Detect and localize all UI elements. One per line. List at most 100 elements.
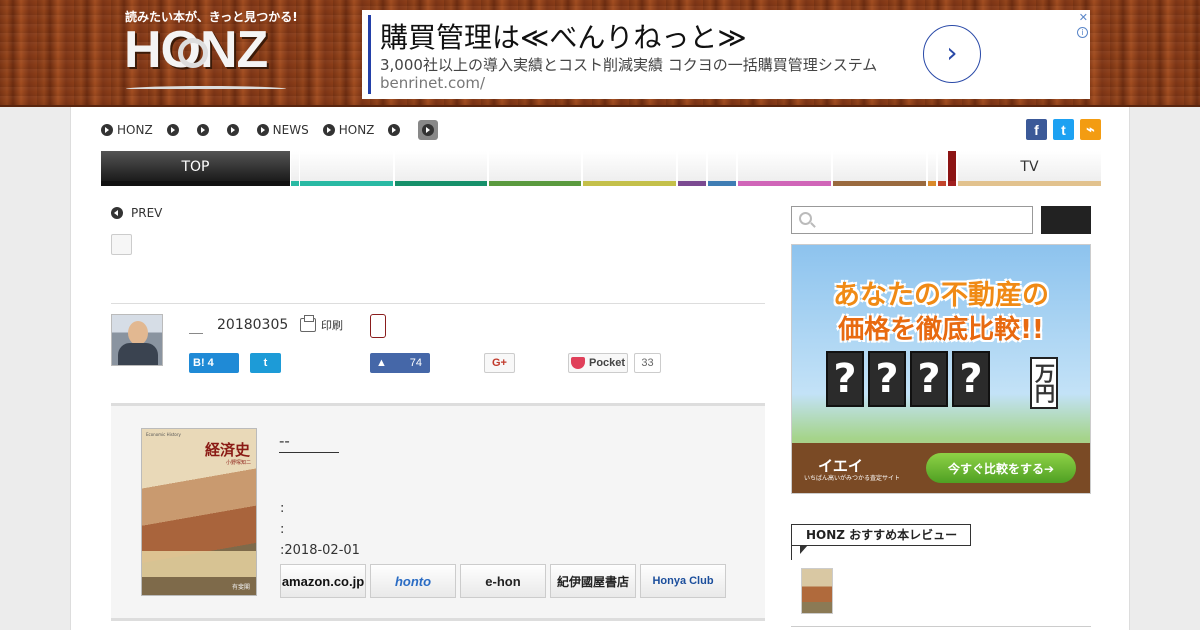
search-input[interactable] xyxy=(791,206,1033,234)
honz-logo[interactable]: 読みたい本が、きっと見つかる! HONZ xyxy=(122,8,298,100)
pocket-label: Pocket xyxy=(589,357,626,369)
nav-tab[interactable] xyxy=(583,151,676,186)
ad-url[interactable]: benrinet.com/ xyxy=(380,74,485,92)
nav-tab[interactable] xyxy=(948,151,956,186)
bookmark-button[interactable] xyxy=(370,314,386,338)
recommend-book-thumbnail[interactable] xyxy=(801,568,833,614)
price-boxes: ? ? ? ? xyxy=(826,351,990,407)
pocket-button[interactable]: Pocket xyxy=(568,353,628,373)
category-badge[interactable] xyxy=(111,234,132,255)
breadcrumb-item[interactable]: HONZ xyxy=(101,122,153,138)
nav-tab[interactable] xyxy=(738,151,831,186)
site-header: 読みたい本が、きっと見つかる! HONZ 購買管理は≪べんりねっと≫ 3,000… xyxy=(0,0,1200,107)
facebook-like-button[interactable]: ▲ 74 xyxy=(370,353,430,373)
category-nav: TOP TV xyxy=(101,151,1101,187)
breadcrumb-label[interactable]: HONZ xyxy=(339,123,375,137)
book-cover[interactable]: Economic History 経済史 小野塚知二 有斐閣 xyxy=(141,428,257,596)
nav-tab[interactable] xyxy=(938,151,946,186)
ad-brand-sub: いちばん高いがみつかる査定サイト xyxy=(804,475,901,482)
breadcrumb-item[interactable]: NEWS xyxy=(256,122,309,138)
book-meta-date: :2018-02-01 xyxy=(280,543,360,558)
breadcrumb-item[interactable] xyxy=(166,122,183,138)
arrow-right-icon xyxy=(166,124,179,136)
nav-tab[interactable] xyxy=(291,151,299,186)
print-button[interactable]: 印刷 xyxy=(300,315,343,333)
hatena-bookmark-button[interactable]: B! 4 xyxy=(189,353,239,373)
nav-tab[interactable] xyxy=(489,151,581,186)
breadcrumb-current xyxy=(418,120,439,140)
breadcrumb-item[interactable]: HONZ xyxy=(322,122,375,138)
current-page-marker xyxy=(418,120,439,140)
social-links: f t ⌁ xyxy=(1026,119,1101,140)
book-icon xyxy=(126,86,286,92)
nav-color-bar xyxy=(833,181,926,186)
ad-title[interactable]: 購買管理は≪べんりねっと≫ xyxy=(380,16,747,56)
arrow-right-icon xyxy=(101,124,113,136)
main-container: HONZ NEWS HONZ f t ⌁ TOP TV PREV ＿ 20180… xyxy=(70,107,1130,630)
recommend-heading: HONZ おすすめ本レビュー xyxy=(791,524,971,560)
facebook-like-count: 74 xyxy=(409,357,422,369)
nav-color-bar xyxy=(395,181,487,186)
google-plus-button[interactable]: G+ xyxy=(484,353,515,373)
breadcrumb-label[interactable]: HONZ xyxy=(117,123,153,137)
book-title[interactable]: -- xyxy=(279,432,339,453)
ad-info-icon[interactable]: i xyxy=(1077,27,1088,38)
honyaclub-button[interactable]: Honya Club xyxy=(640,564,726,598)
amazon-button[interactable]: amazon.co.jp xyxy=(280,564,366,598)
nav-tab-label: TOP xyxy=(181,159,210,175)
author-avatar[interactable] xyxy=(111,314,163,366)
avatar-face xyxy=(128,321,148,345)
breadcrumb-item[interactable] xyxy=(226,122,243,138)
book-meta-author: : xyxy=(280,501,285,516)
store-links: amazon.co.jp honto e-hon 紀伊國屋書店 Honya Cl… xyxy=(280,564,726,598)
header-ad-banner[interactable]: 購買管理は≪べんりねっと≫ 3,000社以上の導入実績とコスト削減実績 コクヨの… xyxy=(362,10,1090,99)
nav-color-bar xyxy=(948,181,956,186)
cover-author: 小野塚知二 xyxy=(225,460,251,466)
magnifier-icon xyxy=(178,38,208,68)
nav-color-bar xyxy=(938,181,946,186)
nav-color-bar xyxy=(101,181,290,186)
ad-close-icon[interactable]: ✕ xyxy=(1079,11,1088,24)
author-name[interactable]: ＿ xyxy=(189,317,203,337)
honto-button[interactable]: honto xyxy=(370,564,456,598)
prev-label[interactable]: PREV xyxy=(131,206,162,220)
search-button[interactable] xyxy=(1041,206,1091,234)
arrow-right-icon xyxy=(256,124,269,136)
twitter-share-button[interactable]: t xyxy=(250,353,281,373)
kinokuniya-button[interactable]: 紀伊國屋書店 xyxy=(550,564,636,598)
nav-tab-top[interactable]: TOP xyxy=(101,151,290,186)
pocket-count: 33 xyxy=(634,353,661,373)
ad-headline-1: あなたの不動産の xyxy=(833,280,1049,311)
nav-tab-label: TV xyxy=(1020,159,1039,175)
arrow-left-icon xyxy=(111,207,123,219)
nav-tab-tv[interactable]: TV xyxy=(958,151,1101,186)
printer-icon xyxy=(300,315,316,332)
nav-tab[interactable] xyxy=(928,151,936,186)
ad-cta-button[interactable]: 今すぐ比較をする➔ xyxy=(926,453,1076,483)
nav-tab[interactable] xyxy=(708,151,736,186)
nav-color-bar xyxy=(928,181,936,186)
nav-tab[interactable] xyxy=(833,151,926,186)
breadcrumb-item[interactable] xyxy=(196,122,213,138)
nav-tab[interactable] xyxy=(300,151,393,186)
ad-arrow-button[interactable]: › xyxy=(923,25,981,83)
cover-band xyxy=(142,551,256,577)
cover-publisher: 有斐閣 xyxy=(231,584,250,591)
nav-color-bar xyxy=(708,181,736,186)
facebook-icon[interactable]: f xyxy=(1026,119,1047,140)
rss-icon[interactable]: ⌁ xyxy=(1080,119,1101,140)
avatar-body xyxy=(118,343,158,365)
nav-tab[interactable] xyxy=(678,151,706,186)
nav-tab[interactable] xyxy=(395,151,487,186)
price-box: ? xyxy=(826,351,864,407)
ehon-button[interactable]: e-hon xyxy=(460,564,546,598)
breadcrumb-label[interactable]: NEWS xyxy=(273,123,309,137)
breadcrumb-item[interactable] xyxy=(388,122,404,138)
ad-footer: イエイ いちばん高いがみつかる査定サイト 今すぐ比較をする➔ xyxy=(792,443,1090,493)
nav-color-bar xyxy=(300,181,393,186)
twitter-icon[interactable]: t xyxy=(1053,119,1074,140)
search-icon xyxy=(799,212,812,225)
prev-link[interactable]: PREV xyxy=(111,206,162,220)
sidebar-ad[interactable]: あなたの不動産の 価格を徹底比較!! ? ? ? ? 万円 イエイ いちばん高い… xyxy=(791,244,1091,494)
hatena-icon: B! xyxy=(193,357,205,369)
